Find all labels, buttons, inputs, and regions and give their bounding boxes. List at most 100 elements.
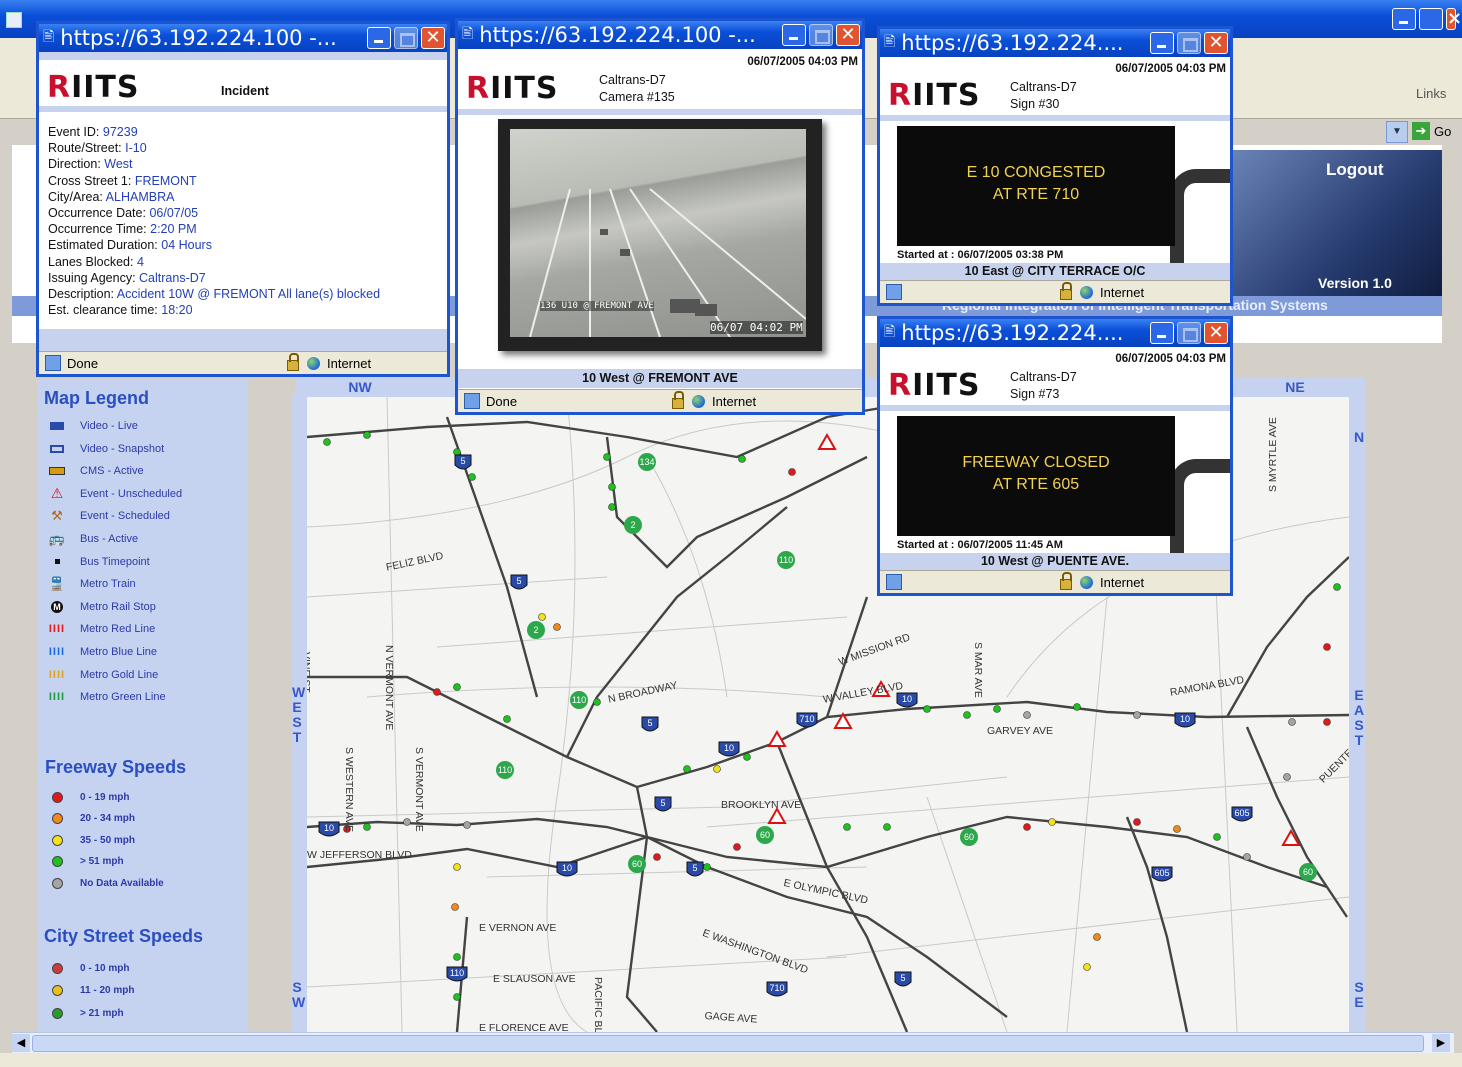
lock-icon (287, 352, 299, 371)
legend-item-label: Metro Red Line (80, 623, 156, 636)
nw-label[interactable]: NW (340, 380, 380, 395)
address-dropdown-button[interactable]: ▼ (1386, 121, 1408, 143)
svg-text:2: 2 (630, 520, 635, 530)
sign73-started: Started at : 06/07/2005 11:45 AM (897, 539, 1063, 551)
legend-item-label: Event - Unscheduled (80, 487, 183, 500)
street-label: S MYRTLE AVE (1267, 417, 1279, 492)
sign73-header-divider (880, 405, 1230, 411)
legend-item: ⚒ Event - Scheduled (42, 508, 170, 524)
incident-row-value: I-10 (125, 141, 147, 156)
camera-minimize-button[interactable] (782, 24, 806, 46)
sign30-close-button[interactable]: ✕ (1204, 32, 1228, 54)
camera-close-button[interactable]: ✕ (836, 24, 860, 46)
sign73-timestamp: 06/07/2005 04:03 PM (1115, 353, 1226, 365)
incident-popup-titlebar: 🖹 https://63.192.224.100 -... ✕ (39, 24, 447, 52)
sign30-message-line2: AT RTE 710 (992, 186, 1080, 203)
legend-item-label: Metro Green Line (80, 691, 166, 704)
legend-item: M Metro Rail Stop (42, 599, 156, 615)
speed-label: 0 - 10 mph (80, 962, 130, 974)
sign73-close-button[interactable]: ✕ (1204, 322, 1228, 344)
legend-item-label: Bus - Active (80, 533, 139, 545)
camera-popup: 🖹 https://63.192.224.100 -... ✕ 06/07/20… (455, 18, 865, 415)
legend-item: 🚆 Metro Train (42, 576, 136, 592)
riits-logo: RIITS (888, 78, 981, 113)
street-label: E FLORENCE AVE (479, 1022, 569, 1032)
speed-label: > 51 mph (80, 856, 124, 867)
street-label: BROOKLYN AVE (721, 799, 802, 811)
lock-icon (1060, 571, 1072, 590)
legend-item: IIII Metro Blue Line (42, 644, 157, 660)
sign73-caption: 10 West @ PUENTE AVE. (980, 554, 1130, 568)
video-snapshot-icon (42, 444, 72, 453)
legend-item-label: Bus Timepoint (80, 555, 150, 568)
legend-item: CMS - Active (42, 463, 144, 479)
camera-snapshot-frame[interactable]: 136 U10 @ FREMONT AVE 06/07 04:02 PM (498, 119, 822, 351)
map-se-label[interactable]: SE (1352, 980, 1366, 1010)
svg-text:2: 2 (533, 625, 538, 635)
incident-close-button[interactable]: ✕ (421, 27, 445, 49)
horizontal-scrollbar[interactable]: ◀ ▶ (12, 1032, 1454, 1053)
sign73-minimize-button[interactable] (1150, 322, 1174, 344)
speed-dot (51, 856, 63, 867)
scroll-thumb[interactable] (32, 1035, 1424, 1052)
legend-item-label: Metro Gold Line (80, 668, 159, 681)
map-north-label[interactable]: N (1352, 430, 1366, 445)
speed-legend-item: 35 - 50 mph (42, 832, 135, 848)
page-icon (886, 284, 902, 300)
city-speeds-title: City Street Speeds (44, 926, 204, 946)
sign30-popup-title: https://63.192.224.... (901, 31, 1124, 55)
incident-maximize-button[interactable] (394, 27, 418, 49)
scroll-left-button[interactable]: ◀ (12, 1034, 30, 1052)
camera-number: Camera #135 (599, 90, 675, 104)
links-label[interactable]: Links (1416, 86, 1446, 101)
main-minimize-button[interactable] (1392, 8, 1416, 30)
svg-text:5: 5 (516, 576, 521, 586)
left-gutter (0, 145, 12, 1040)
sign73-agency: Caltrans-D7 (1010, 370, 1077, 384)
incident-minimize-button[interactable] (367, 27, 391, 49)
sign73-maximize-button[interactable] (1177, 322, 1201, 344)
train-icon: 🚆 (48, 576, 66, 592)
scroll-right-button[interactable]: ▶ (1432, 1034, 1450, 1052)
logo-rest: IITS (490, 71, 559, 106)
map-sw-text: SW (292, 979, 306, 1010)
sign30-status-bar: Internet (880, 280, 1230, 303)
incident-row-label: Lanes Blocked: (48, 254, 137, 269)
riits-logo: RIITS (47, 70, 140, 105)
map-west-label[interactable]: WEST (290, 684, 306, 745)
svg-text:10: 10 (324, 823, 334, 833)
video-live-icon (42, 422, 72, 430)
sign30-number: Sign #30 (1010, 97, 1060, 111)
street-label: GARVEY AVE (987, 725, 1053, 737)
logout-link[interactable]: Logout (1326, 160, 1384, 180)
incident-header-divider (39, 106, 447, 112)
sign30-minimize-button[interactable] (1150, 32, 1174, 54)
incident-row-value: ALHAMBRA (105, 189, 175, 204)
map-sw-label[interactable]: SW (290, 979, 306, 1010)
sign30-maximize-button[interactable] (1177, 32, 1201, 54)
incident-row: Occurrence Time: 2:20 PM (48, 221, 447, 237)
map-east-label[interactable]: EAST (1352, 688, 1366, 748)
incident-row-label: Route/Street: (48, 141, 126, 156)
speed-dot (51, 877, 63, 889)
incident-header: Incident (221, 84, 269, 98)
main-close-button[interactable]: × (1446, 8, 1462, 30)
lock-icon (672, 390, 684, 409)
incident-popup-title: https://63.192.224.100 -... (60, 26, 337, 50)
map-west-text: WEST (292, 684, 306, 745)
metro-m-icon: M (42, 600, 72, 613)
ne-label[interactable]: NE (1275, 380, 1315, 395)
main-maximize-button[interactable] (1419, 8, 1443, 30)
sign73-popup-title: https://63.192.224.... (901, 321, 1124, 345)
svg-text:10: 10 (562, 863, 572, 873)
svg-text:710: 710 (799, 714, 814, 724)
page-icon (45, 355, 61, 371)
incident-row-label: Occurrence Date: (48, 206, 150, 221)
speed-legend-item: > 21 mph (42, 1005, 124, 1021)
svg-text:10: 10 (724, 743, 734, 753)
speed-legend-item: 0 - 10 mph (42, 960, 129, 976)
go-button[interactable]: ➔ Go (1412, 121, 1462, 141)
camera-caption: 10 West @ FREMONT AVE (582, 371, 738, 385)
incident-row: Issuing Agency: Caltrans-D7 (48, 270, 447, 286)
camera-maximize-button[interactable] (809, 24, 833, 46)
